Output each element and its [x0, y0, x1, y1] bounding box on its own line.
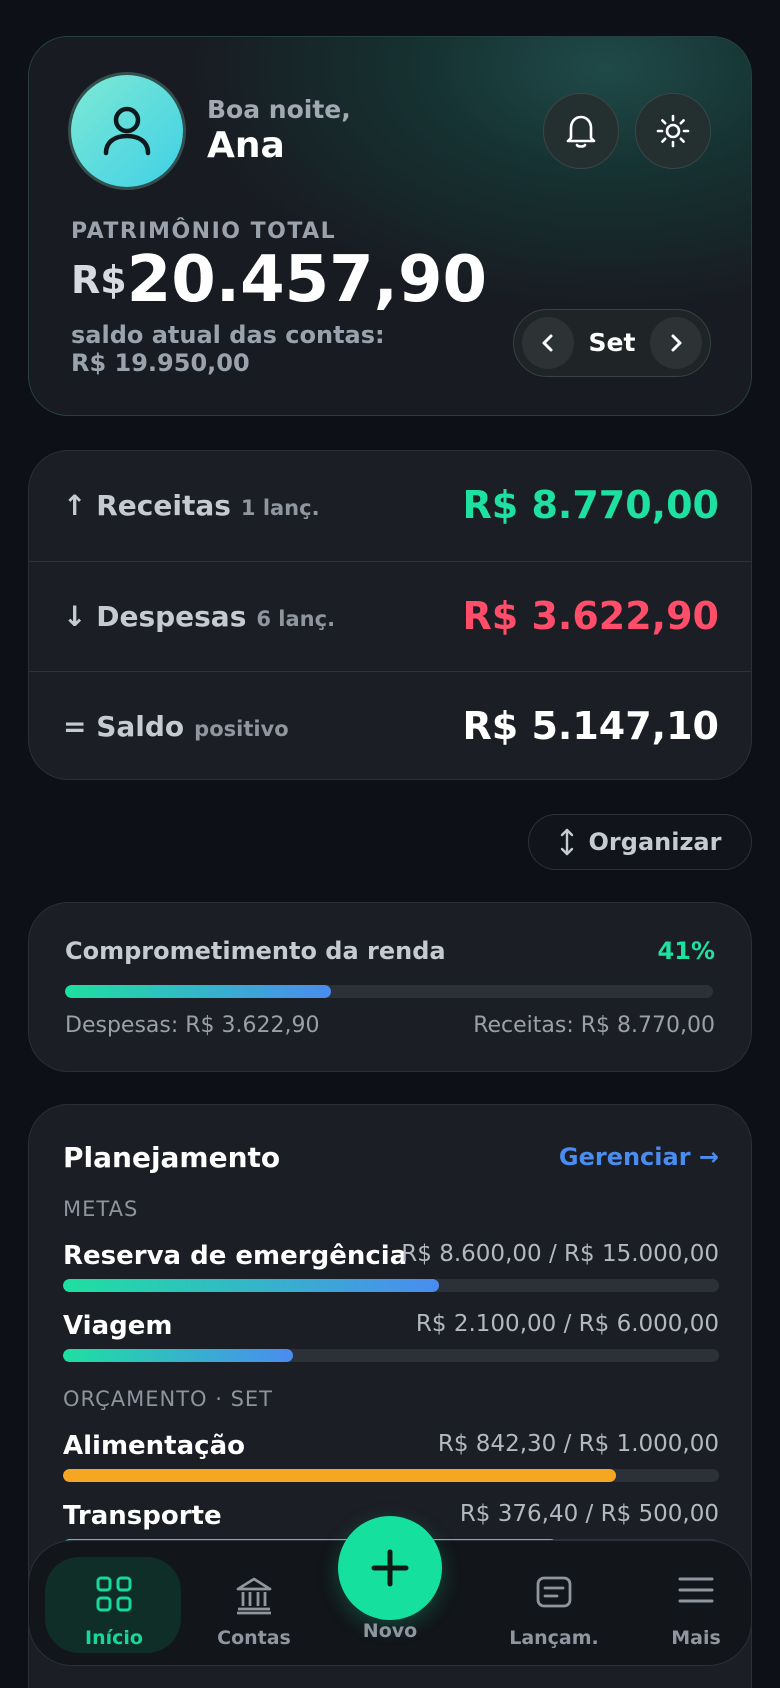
budget-section-label: ORÇAMENTO · SET [63, 1387, 274, 1411]
receipt-icon [536, 1576, 572, 1608]
budget-progress-fill [63, 1469, 616, 1482]
income-label: ↑ Receitas [63, 489, 231, 522]
new-entry-button[interactable] [338, 1516, 442, 1620]
chevron-right-icon [671, 334, 682, 352]
user-name: Ana [207, 125, 285, 166]
commitment-income: Receitas: R$ 8.770,00 [473, 1013, 715, 1038]
nav-item-mais[interactable]: Mais [631, 1541, 761, 1667]
manage-link[interactable]: Gerenciar → [559, 1143, 719, 1171]
goal-name: Viagem [63, 1311, 173, 1341]
commitment-title: Comprometimento da renda [65, 937, 446, 965]
balance-row-label: = Saldo [63, 710, 185, 743]
plus-icon [371, 1549, 409, 1587]
menu-icon [678, 1577, 714, 1603]
organize-label: Organizar [588, 828, 722, 856]
commitment-expenses: Despesas: R$ 3.622,90 [65, 1013, 320, 1038]
goal-progress-bar [63, 1279, 719, 1292]
avatar[interactable] [71, 75, 183, 187]
budget-value: R$ 376,40 / R$ 500,00 [459, 1501, 719, 1527]
current-balance: saldo atual das contas: R$ 19.950,00 [71, 321, 385, 377]
budget-name: Alimentação [63, 1431, 245, 1461]
sort-arrows-icon [560, 828, 573, 856]
goal-value: R$ 2.100,00 / R$ 6.000,00 [415, 1311, 719, 1337]
theme-toggle-button[interactable] [635, 93, 711, 169]
nav-item-lancamentos[interactable]: Lançam. [489, 1541, 619, 1667]
total-value: 20.457,90 [126, 243, 488, 317]
bell-icon [566, 115, 596, 148]
goal-progress-bar [63, 1349, 719, 1362]
nav-label: Mais [671, 1627, 721, 1649]
grid-icon [96, 1576, 132, 1612]
goal-name: Reserva de emergência [63, 1241, 408, 1271]
commitment-percent: 41% [657, 937, 715, 965]
goal-value: R$ 8.600,00 / R$ 15.000,00 [401, 1241, 719, 1267]
expenses-label: ↓ Despesas [63, 600, 247, 633]
nav-item-contas[interactable]: Contas [189, 1541, 319, 1667]
balance-row[interactable]: = Saldo positivo R$ 5.147,10 [29, 671, 751, 781]
income-amount: R$ 8.770,00 [462, 483, 719, 527]
expenses-count: 6 lanç. [256, 607, 336, 631]
expenses-row[interactable]: ↓ Despesas 6 lanç. R$ 3.622,90 [29, 561, 751, 671]
bank-icon [236, 1577, 272, 1615]
expenses-amount: R$ 3.622,90 [462, 594, 719, 638]
income-count: 1 lanç. [240, 496, 320, 520]
goals-section-label: METAS [63, 1197, 139, 1221]
commitment-progress-bar [65, 985, 713, 998]
nav-label: Início [85, 1627, 143, 1649]
nav-label: Lançam. [509, 1627, 599, 1649]
hero-card: Boa noite, Ana PATRIMÔNIO TOTAL R$20.457… [28, 36, 752, 416]
goal-progress-fill [63, 1279, 440, 1292]
month-selector: Set [513, 309, 711, 377]
total-amount: R$20.457,90 [71, 243, 487, 317]
new-entry-label: Novo [362, 1620, 418, 1642]
notifications-button[interactable] [543, 93, 619, 169]
budget-value: R$ 842,30 / R$ 1.000,00 [437, 1431, 719, 1457]
balance-status: positivo [194, 717, 289, 741]
sun-icon [656, 114, 690, 148]
balance-label: saldo atual das contas: [71, 321, 385, 349]
total-label: PATRIMÔNIO TOTAL [71, 219, 337, 244]
total-currency: R$ [71, 258, 127, 302]
nav-item-inicio[interactable]: Início [49, 1541, 179, 1667]
greeting: Boa noite, [207, 95, 351, 124]
summary-card: ↑ Receitas 1 lanç. R$ 8.770,00 ↓ Despesas… [28, 450, 752, 780]
income-row[interactable]: ↑ Receitas 1 lanç. R$ 8.770,00 [29, 451, 751, 561]
budget-name: Transporte [63, 1501, 222, 1531]
planning-title: Planejamento [63, 1141, 281, 1174]
user-icon [103, 106, 151, 156]
budget-progress-bar [63, 1469, 719, 1482]
organize-button[interactable]: Organizar [528, 814, 752, 870]
goal-progress-fill [63, 1349, 293, 1362]
income-commitment-card: Comprometimento da renda 41% Despesas: R… [28, 902, 752, 1072]
next-month-button[interactable] [650, 317, 702, 369]
balance-value: R$ 19.950,00 [71, 349, 250, 377]
commitment-progress-fill [65, 985, 331, 998]
nav-label: Contas [217, 1627, 291, 1649]
balance-amount: R$ 5.147,10 [462, 704, 719, 748]
